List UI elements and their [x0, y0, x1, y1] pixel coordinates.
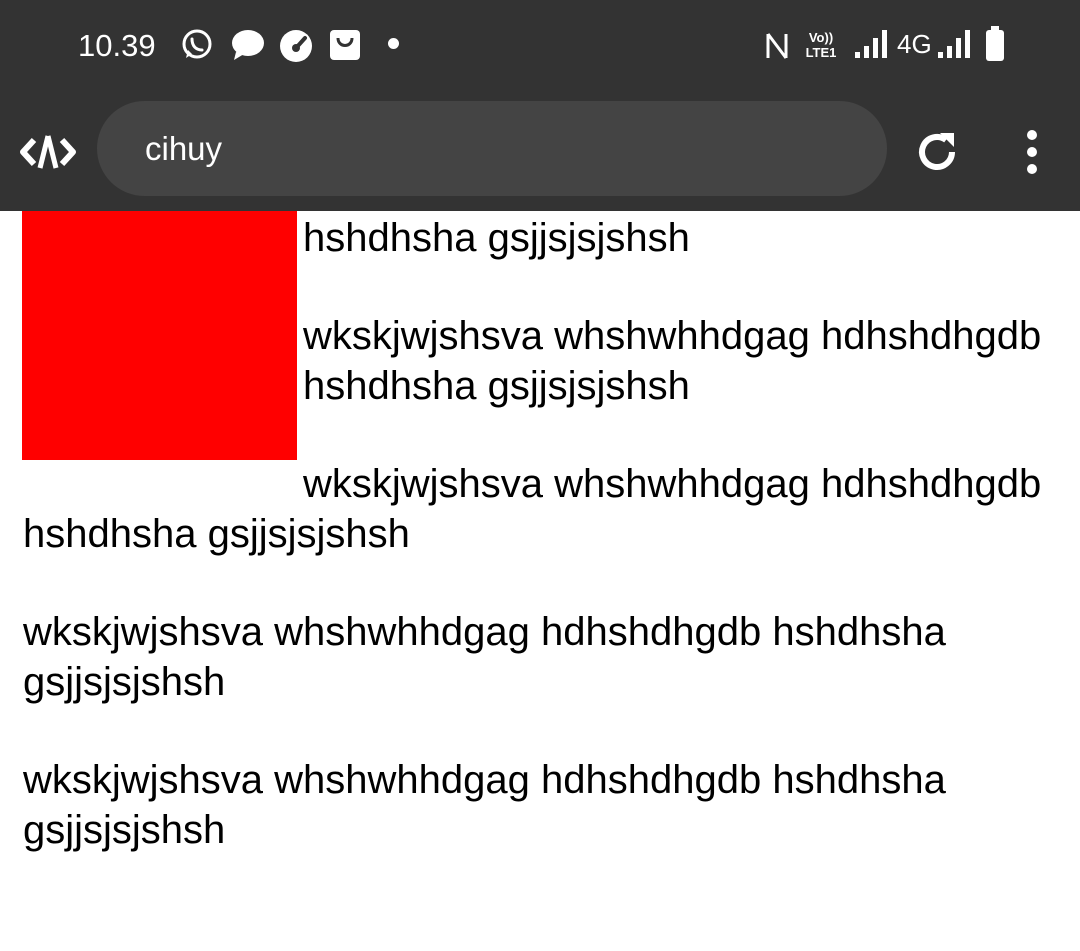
more-vert-icon[interactable]	[1016, 128, 1048, 176]
status-time: 10.39	[78, 28, 156, 63]
shopping-bag-icon	[330, 30, 360, 60]
speedometer-icon	[280, 30, 312, 62]
web-content[interactable]: wkskjwjshsva whshwhhdgag hdhshdhgdb hshd…	[0, 211, 1080, 951]
paragraph: wkskjwjshsva whshwhhdgag hdhshdhgdb hshd…	[23, 758, 946, 852]
app-logo-icon[interactable]	[20, 130, 76, 174]
url-bar[interactable]: cihuy	[97, 101, 887, 196]
status-bar: 10.39 Vo)) LTE1 4G	[0, 0, 1080, 100]
paragraph: wkskjwjshsva whshwhhdgag hdhshdhgdb hshd…	[23, 462, 1042, 556]
content-scroll[interactable]: wkskjwjshsva whshwhhdgag hdhshdhgdb hshd…	[22, 211, 1053, 903]
volte-icon: Vo)) LTE1	[801, 30, 841, 62]
battery-icon	[986, 26, 1004, 61]
whatsapp-icon	[182, 29, 212, 59]
notification-dot-icon	[388, 38, 399, 49]
volte-label: Vo))	[808, 30, 834, 45]
lte-label: LTE1	[805, 45, 837, 60]
signal-icon	[855, 30, 887, 58]
reload-icon[interactable]	[912, 127, 962, 177]
nfc-icon	[766, 33, 788, 59]
network-type: 4G	[897, 29, 932, 59]
url-text[interactable]: cihuy	[145, 101, 222, 196]
signal-icon	[938, 30, 970, 58]
red-box	[22, 211, 297, 460]
browser-toolbar: cihuy	[0, 100, 1080, 211]
paragraph: wkskjwjshsva whshwhhdgag hdhshdhgdb hshd…	[23, 610, 946, 704]
chat-bubble-icon	[232, 30, 264, 60]
